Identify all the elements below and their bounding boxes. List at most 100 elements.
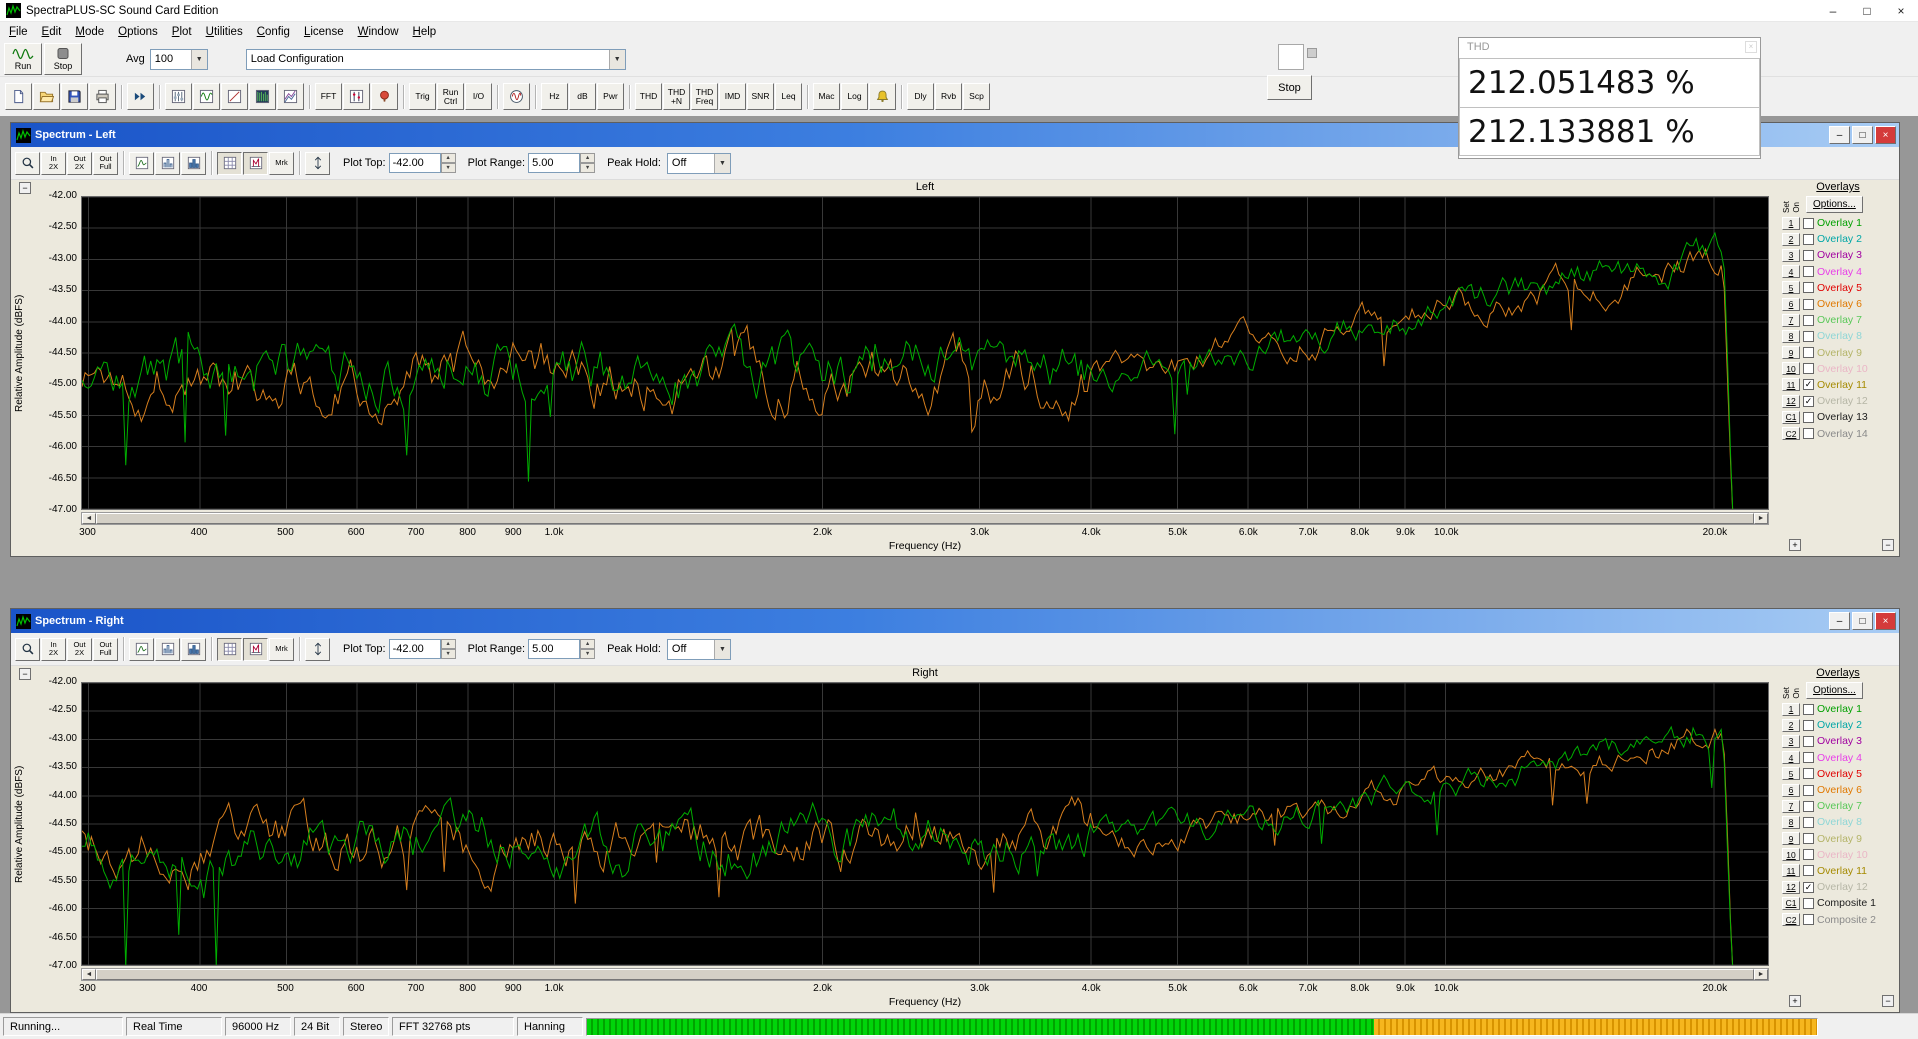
scroll-right-arrow-icon[interactable]: ► (1754, 513, 1768, 524)
overlay-checkbox[interactable]: ✓ (1803, 379, 1814, 391)
trigger-button[interactable]: Trig (409, 83, 436, 110)
overlay-checkbox[interactable] (1803, 816, 1814, 828)
filled-plot-button[interactable] (181, 151, 206, 175)
spin-up-icon[interactable]: ▲ (440, 153, 456, 163)
dropdown-arrow-icon[interactable]: ▼ (713, 153, 730, 173)
open-file-button[interactable] (33, 83, 60, 110)
labels-toggle-button[interactable] (243, 637, 268, 661)
menu-options[interactable]: Options (111, 24, 165, 41)
macro-button[interactable]: Mac (813, 83, 840, 110)
amplitude-units-button[interactable]: dB (569, 83, 596, 110)
overlay-checkbox[interactable] (1803, 719, 1814, 731)
stop-button[interactable]: Stop (44, 43, 82, 75)
plot-range-input[interactable]: 5.00 (528, 153, 581, 173)
menu-utilities[interactable]: Utilities (199, 24, 250, 41)
bar-plot-button[interactable] (155, 637, 180, 661)
overlay-checkbox[interactable] (1803, 217, 1814, 229)
close-button[interactable]: × (1884, 0, 1918, 22)
overlay-set-button[interactable]: 10 (1782, 362, 1800, 376)
zoom-button[interactable] (15, 637, 40, 661)
time-series-button[interactable] (193, 83, 220, 110)
overlay-checkbox[interactable] (1803, 833, 1814, 845)
overlay-options-button[interactable]: Options... (1806, 682, 1863, 699)
overlay-set-button[interactable]: 12 (1782, 394, 1800, 408)
grid-toggle-button[interactable] (217, 151, 242, 175)
spin-down-icon[interactable]: ▼ (440, 163, 456, 173)
overlay-checkbox[interactable] (1803, 314, 1814, 326)
spin-down-icon[interactable]: ▼ (580, 649, 596, 659)
line-plot-button[interactable] (129, 637, 154, 661)
plot-top-input[interactable]: -42.00 (388, 639, 441, 659)
overlay-checkbox[interactable] (1803, 914, 1814, 926)
signal-generator-button[interactable] (503, 83, 530, 110)
mixer-button[interactable] (165, 83, 192, 110)
minimize-button[interactable]: – (1816, 0, 1850, 22)
scroll-thumb[interactable] (96, 513, 1754, 524)
scroll-left-arrow-icon[interactable]: ◄ (82, 513, 96, 524)
menu-file[interactable]: File (2, 24, 35, 41)
overlay-checkbox[interactable] (1803, 411, 1814, 423)
plot-shrink-button[interactable]: − (1882, 995, 1894, 1007)
grid-toggle-button[interactable] (217, 637, 242, 661)
overlay-set-button[interactable]: 6 (1782, 783, 1800, 797)
phase-plot-button[interactable] (221, 83, 248, 110)
overlay-checkbox[interactable] (1803, 752, 1814, 764)
dropdown-arrow-icon[interactable]: ▼ (608, 49, 625, 69)
window-restore-button[interactable]: □ (1852, 126, 1873, 144)
scroll-left-arrow-icon[interactable]: ◄ (82, 969, 96, 980)
overlay-set-button[interactable]: 11 (1782, 378, 1800, 392)
save-button[interactable] (61, 83, 88, 110)
plot-range-spinner[interactable]: ▲ ▼ (580, 153, 596, 173)
plot-range-spinner[interactable]: ▲ ▼ (580, 639, 596, 659)
overlay-set-button[interactable]: 4 (1782, 265, 1800, 279)
spectrogram-button[interactable] (249, 83, 276, 110)
run-button[interactable]: Run (4, 43, 42, 75)
plot-hscrollbar[interactable]: ◄ ► (81, 512, 1769, 525)
overlay-checkbox[interactable]: ✓ (1803, 881, 1814, 893)
overlay-set-button[interactable]: 9 (1782, 832, 1800, 846)
spin-up-icon[interactable]: ▲ (580, 639, 596, 649)
scroll-thumb[interactable] (96, 969, 1754, 980)
reverb-button[interactable]: Rvb (935, 83, 962, 110)
thd-freq-button[interactable]: THD Freq (691, 83, 718, 110)
overlay-checkbox[interactable] (1803, 249, 1814, 261)
overlay-set-button[interactable]: 12 (1782, 880, 1800, 894)
marker-button[interactable]: Mrk (269, 637, 294, 661)
plot-collapse-button[interactable]: − (19, 668, 31, 680)
zoom-out-2x-button[interactable]: Out 2X (67, 151, 92, 175)
overlay-checkbox[interactable] (1803, 233, 1814, 245)
plot-top-spinner[interactable]: ▲ ▼ (440, 639, 456, 659)
overlay-set-button[interactable]: C2 (1782, 913, 1800, 927)
zoom-in-2x-button[interactable]: In 2X (41, 637, 66, 661)
delay-button[interactable]: Dly (907, 83, 934, 110)
overlay-checkbox[interactable] (1803, 784, 1814, 796)
plot-expand-button[interactable]: + (1789, 539, 1801, 551)
plot-expand-button[interactable]: + (1789, 995, 1801, 1007)
thd-close-icon[interactable]: × (1745, 41, 1757, 53)
overlay-set-button[interactable]: 5 (1782, 281, 1800, 295)
markers-button[interactable] (343, 83, 370, 110)
imd-button[interactable]: IMD (719, 83, 746, 110)
plot-collapse-button[interactable]: − (19, 182, 31, 194)
menu-edit[interactable]: Edit (35, 24, 69, 41)
leq-button[interactable]: Leq (775, 83, 802, 110)
zoom-button[interactable] (15, 151, 40, 175)
overlay-set-button[interactable]: 5 (1782, 767, 1800, 781)
window-minimize-button[interactable]: – (1829, 612, 1850, 630)
log-button[interactable]: Log (841, 83, 868, 110)
run-control-button[interactable]: Run Ctrl (437, 83, 464, 110)
window-close-button[interactable]: × (1875, 126, 1896, 144)
overlay-set-button[interactable]: 8 (1782, 329, 1800, 343)
overlay-set-button[interactable]: 7 (1782, 313, 1800, 327)
zoom-out-full-button[interactable]: Out Full (93, 637, 118, 661)
window-minimize-button[interactable]: – (1829, 126, 1850, 144)
power-units-button[interactable]: Pwr (597, 83, 624, 110)
overlay-checkbox[interactable] (1803, 768, 1814, 780)
overlay-checkbox[interactable] (1803, 330, 1814, 342)
overlay-set-button[interactable]: 9 (1782, 346, 1800, 360)
scope-button[interactable]: Scp (963, 83, 990, 110)
snr-button[interactable]: SNR (747, 83, 774, 110)
dropdown-arrow-icon[interactable]: ▼ (190, 49, 207, 69)
scroll-track[interactable] (96, 969, 1754, 980)
overlay-checkbox[interactable] (1803, 347, 1814, 359)
